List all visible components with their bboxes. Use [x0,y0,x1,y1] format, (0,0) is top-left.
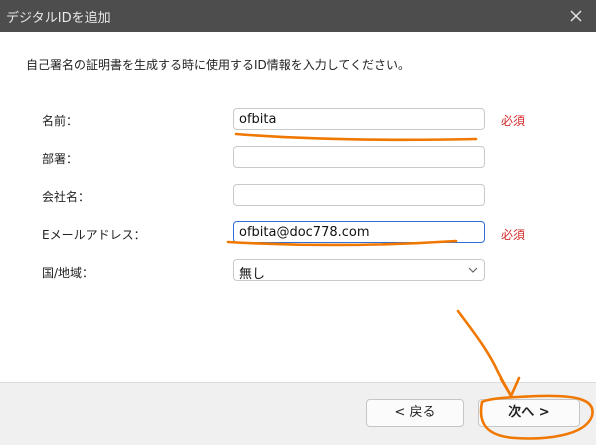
name-label: 名前： [42,114,79,128]
country-selected-value: 無し [239,267,266,282]
name-required-badge: 必須 [501,114,526,128]
instruction-text: 自己署名の証明書を生成する時に使用するID情報を入力してください。 [26,58,411,72]
department-label: 部署： [42,152,79,166]
country-select[interactable]: 無し [233,259,485,282]
next-button[interactable]: 次へ > [478,399,580,427]
email-label: Eメールアドレス： [42,228,146,242]
country-label: 国/地域： [42,266,95,280]
name-field[interactable]: ofbita [233,108,485,130]
close-icon [570,10,582,22]
chevron-down-icon [468,267,478,273]
email-required-badge: 必須 [501,228,526,242]
close-button[interactable] [556,0,596,32]
company-field[interactable] [233,184,485,206]
back-button[interactable]: < 戻る [366,399,464,427]
email-field[interactable]: ofbita@doc778.com [233,221,485,243]
title-bar: デジタルIDを追加 [0,0,596,32]
window-title: デジタルIDを追加 [6,11,111,26]
company-label: 会社名： [42,190,91,204]
department-field[interactable] [233,146,485,168]
